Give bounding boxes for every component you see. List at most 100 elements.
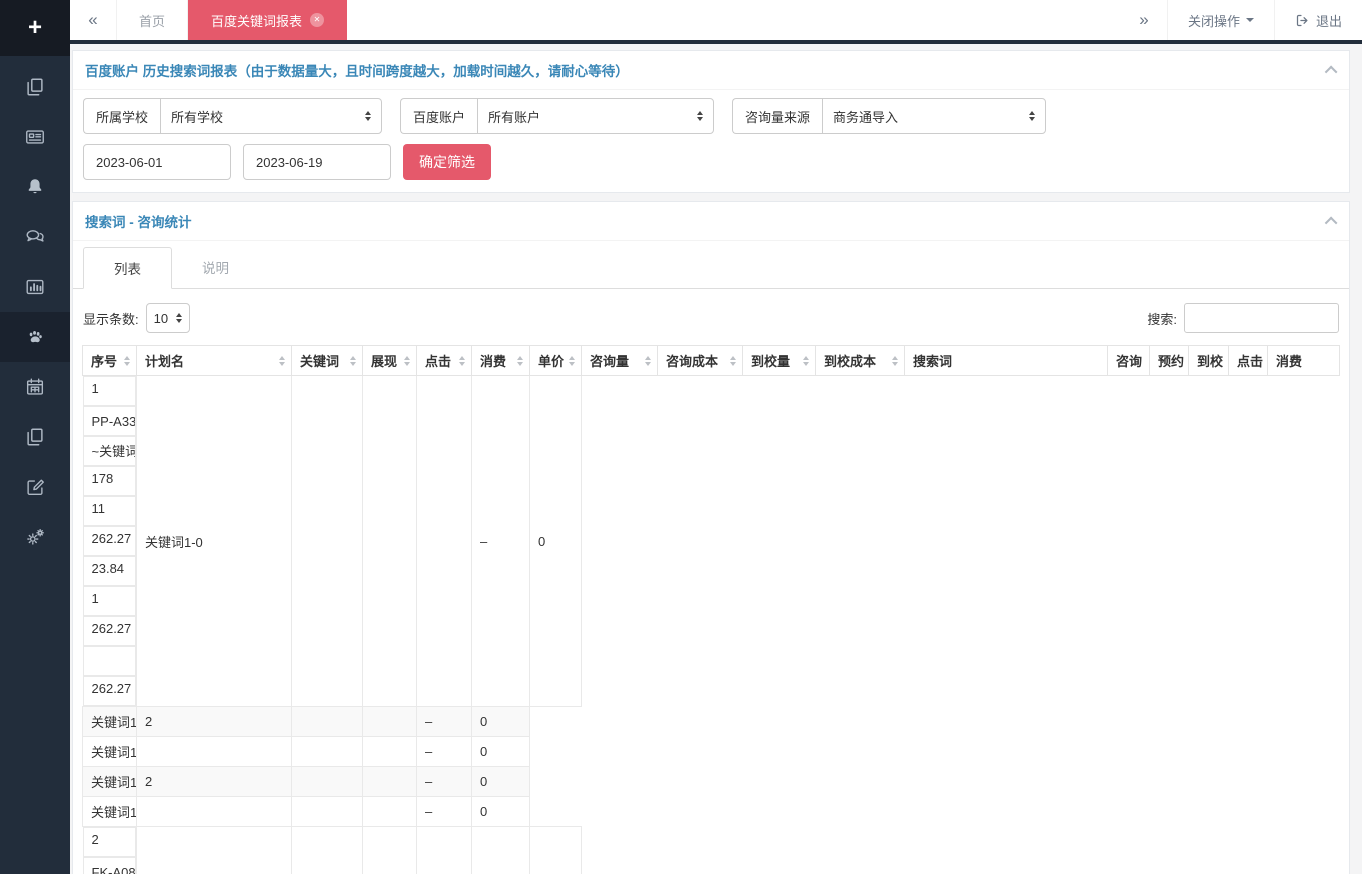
page-size-select[interactable]: 10 <box>146 303 190 333</box>
cell-arrival_cost: 262.27 <box>83 676 137 706</box>
logout-button[interactable]: 退出 <box>1274 0 1362 40</box>
cell-searchword-cost: 0 <box>472 797 530 827</box>
cell-searchword-cost: 0 <box>472 767 530 797</box>
topbar: « 首页 百度关键词报表 ✕ » 关闭操作 <box>70 0 1362 40</box>
cell-searchword-click: – <box>472 827 530 874</box>
filter-panel-title: 百度账户 历史搜索词报表（由于数据量大，且时间跨度越大，加载时间越久，请耐心等待… <box>85 60 629 80</box>
column-header-label: 点击 <box>425 354 451 369</box>
cell-seq: 2 <box>83 827 137 857</box>
close-actions-dropdown[interactable]: 关闭操作 <box>1167 0 1274 40</box>
account-filter-select[interactable]: 所有账户 <box>477 98 714 134</box>
tabs-scroll-left-button[interactable]: « <box>70 0 116 40</box>
cell-searchword-cost: 0 <box>472 737 530 767</box>
source-filter-select[interactable]: 商务通导入 <box>822 98 1046 134</box>
sidebar-item-reports[interactable] <box>0 262 70 312</box>
column-header[interactable]: 咨询量 <box>582 346 658 376</box>
edit-icon <box>24 476 46 498</box>
select-arrows-icon <box>697 111 703 121</box>
school-filter-select[interactable]: 所有学校 <box>160 98 382 134</box>
sort-icon <box>803 356 809 366</box>
column-header[interactable]: 单价 <box>530 346 582 376</box>
filter-submit-button[interactable]: 确定筛选 <box>403 144 491 180</box>
column-header: 点击 <box>1229 346 1268 376</box>
sidebar-item-edit[interactable] <box>0 462 70 512</box>
account-filter-group: 百度账户 所有账户 <box>400 98 714 134</box>
table-row: 1PP-A33-纯品牌-CPP~关键词117811262.2723.841262… <box>83 376 1340 707</box>
column-header[interactable]: 点击 <box>417 346 472 376</box>
topbar-actions: » 关闭操作 退出 <box>1121 0 1362 40</box>
cell-impressions: 178 <box>83 466 137 496</box>
column-header[interactable]: 展现 <box>363 346 417 376</box>
tabs-scroll-right-button[interactable]: » <box>1121 0 1167 40</box>
cell-searchword-reserve <box>292 797 363 827</box>
cell-searchword-consult <box>137 797 292 827</box>
cell-searchword-click: – <box>417 707 472 737</box>
column-header[interactable]: 计划名 <box>137 346 292 376</box>
tab-list[interactable]: 列表 <box>83 247 172 289</box>
sort-icon <box>124 356 130 366</box>
sidebar-item-files[interactable] <box>0 412 70 462</box>
angle-double-right-icon: » <box>1139 10 1148 30</box>
column-header[interactable]: 消费 <box>472 346 530 376</box>
cell-searchword-word: 关键词1-1 <box>83 707 137 737</box>
column-header[interactable]: 咨询成本 <box>658 346 743 376</box>
cell-searchword-reserve <box>292 767 363 797</box>
sidebar-item-id-card[interactable] <box>0 112 70 162</box>
tab-baidu-keyword-report[interactable]: 百度关键词报表 ✕ <box>188 0 347 40</box>
column-header[interactable]: 到校量 <box>743 346 816 376</box>
sidebar-item-notifications[interactable] <box>0 162 70 212</box>
sidebar-item-documents[interactable] <box>0 62 70 112</box>
sidebar-item-settings[interactable] <box>0 512 70 562</box>
column-header[interactable]: 关键词 <box>292 346 363 376</box>
column-header-label: 点击 <box>1237 354 1263 369</box>
cell-searchword-click: – <box>417 797 472 827</box>
column-header-label: 到校量 <box>751 354 790 369</box>
collapse-chevron-icon[interactable] <box>1325 216 1338 229</box>
table-row: 关键词1-12–0 <box>83 707 1340 737</box>
collapse-chevron-icon[interactable] <box>1325 65 1338 78</box>
column-header[interactable]: 到校成本 <box>816 346 905 376</box>
sign-out-icon <box>1295 13 1310 28</box>
column-header-label: 消费 <box>1276 354 1302 369</box>
sort-icon <box>569 356 575 366</box>
sidebar-item-calendar[interactable] <box>0 362 70 412</box>
report-panel: 搜索词 - 咨询统计 列表 说明 显示条数: 10 <box>72 201 1350 874</box>
cell-searchword-arrive <box>363 737 417 767</box>
report-tabs: 列表 说明 <box>73 241 1349 289</box>
cell-searchword-consult <box>137 737 292 767</box>
sort-icon <box>459 356 465 366</box>
comments-icon <box>24 226 46 248</box>
sort-icon <box>404 356 410 366</box>
table-row: 关键词1-4–0 <box>83 797 1340 827</box>
logout-label: 退出 <box>1316 11 1342 30</box>
keyword-report-table: 序号计划名关键词展现点击消费单价咨询量咨询成本到校量到校成本搜索词咨询预约到校点… <box>82 345 1340 874</box>
copy-icon <box>24 426 46 448</box>
content-area: 百度账户 历史搜索词报表（由于数据量大，且时间跨度越大，加载时间越久，请耐心等待… <box>70 44 1362 874</box>
column-header[interactable]: 序号 <box>83 346 137 376</box>
cell-keyword: ~关键词1 <box>83 436 137 466</box>
cell-inquiry_cost: 262.27 <box>83 616 137 646</box>
sort-icon <box>730 356 736 366</box>
table-search-input[interactable] <box>1184 303 1339 333</box>
close-icon[interactable]: ✕ <box>310 13 324 27</box>
cell-searchword-cost: 0 <box>472 707 530 737</box>
date-to-input[interactable] <box>243 144 391 180</box>
column-header: 消费 <box>1268 346 1340 376</box>
cell-searchword-arrive <box>417 827 472 874</box>
cell-searchword-consult <box>292 376 363 707</box>
tab-home[interactable]: 首页 <box>116 0 188 40</box>
copy-icon <box>24 76 46 98</box>
sidebar-item-baidu[interactable] <box>0 312 70 362</box>
sidebar-item-messages[interactable] <box>0 212 70 262</box>
tab-strip: « 首页 百度关键词报表 ✕ <box>70 0 347 40</box>
sidebar-logo[interactable]: + <box>0 0 70 56</box>
date-from-input[interactable] <box>83 144 231 180</box>
column-header-label: 到校成本 <box>824 354 876 369</box>
cell-clicks: 11 <box>83 496 137 526</box>
filter-row-2: 确定筛选 <box>73 136 1349 192</box>
cell-cost: 262.27 <box>83 526 137 556</box>
tab-help[interactable]: 说明 <box>172 247 259 289</box>
cell-searchword-click: – <box>417 737 472 767</box>
filter-panel-header: 百度账户 历史搜索词报表（由于数据量大，且时间跨度越大，加载时间越久，请耐心等待… <box>73 51 1349 90</box>
table-row: 2FK-A08-计划2-FKTJ~关键词2103245248.895.53124… <box>83 827 1340 874</box>
